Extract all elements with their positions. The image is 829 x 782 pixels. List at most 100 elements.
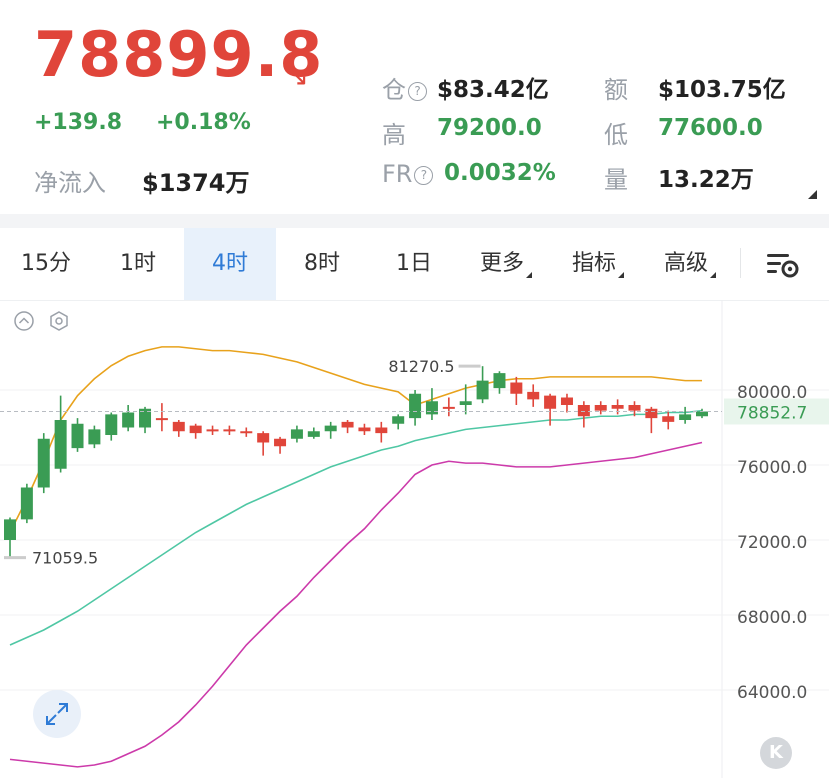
candle-body <box>274 438 287 447</box>
net-inflow-label: 净流入 <box>34 169 106 197</box>
candle-body <box>189 425 202 434</box>
turnover-value: $103.75亿 <box>658 77 786 103</box>
ma-line <box>9 346 702 533</box>
volume-value: 13.22万 <box>658 167 754 193</box>
dropdown-triangle-icon <box>710 272 716 278</box>
y-tick-label: 68000.0 <box>737 608 807 628</box>
tab-label: 1日 <box>396 251 432 276</box>
candle-body <box>71 423 84 449</box>
tab-label: 高级 <box>663 251 708 276</box>
candle-body <box>577 405 590 417</box>
candle-body <box>223 429 236 432</box>
candle-body <box>206 429 219 432</box>
indicator-settings-icon[interactable] <box>49 311 69 331</box>
kline-chart-svg: 80000.076000.072000.068000.064000.078852… <box>0 300 829 778</box>
candle-body <box>4 519 16 540</box>
candle-body <box>510 382 523 394</box>
candle-body <box>324 425 337 432</box>
collapse-up-icon[interactable] <box>14 311 34 331</box>
help-icon[interactable]: ? <box>414 165 434 185</box>
candle-body <box>20 487 33 520</box>
candle-body <box>290 429 303 439</box>
candle-body <box>257 433 270 443</box>
candle-body <box>240 431 253 434</box>
dropdown-triangle-icon <box>618 272 624 278</box>
candle-body <box>527 391 540 400</box>
help-icon[interactable]: ? <box>408 81 427 101</box>
tab-indicators[interactable]: 指标 <box>552 228 644 300</box>
candle-body <box>628 405 641 411</box>
open-interest-label-text: 仓 <box>382 76 406 104</box>
candle-body <box>172 421 185 432</box>
candle-body <box>611 405 624 409</box>
candle-body <box>662 416 675 422</box>
tab-15m[interactable]: 15分 <box>0 228 92 300</box>
chart-settings-icon[interactable] <box>765 250 801 280</box>
candle-body <box>425 401 438 415</box>
low-label: 低 <box>604 121 628 149</box>
candle-body <box>459 401 472 405</box>
price-change: +139.8 <box>34 110 123 135</box>
candle-body <box>88 429 101 445</box>
candle-body <box>409 393 422 419</box>
tab-8h[interactable]: 8时 <box>276 228 368 300</box>
candle-body <box>476 380 489 400</box>
candle-body <box>560 397 573 405</box>
price-change-percent: +0.18% <box>156 110 251 135</box>
high-value: 79200.0 <box>437 115 542 141</box>
expand-corner-icon[interactable] <box>808 190 817 199</box>
tab-label: 4时 <box>212 251 248 276</box>
high-marker-label: 81270.5 <box>388 357 454 376</box>
expand-icon <box>46 703 68 725</box>
down-arrow-icon: ↘ <box>287 62 309 92</box>
tab-1h[interactable]: 1时 <box>92 228 184 300</box>
candle-body <box>341 421 354 428</box>
tab-label: 更多 <box>479 251 524 276</box>
funding-rate-value: 0.0032% <box>444 160 556 186</box>
candle-body <box>392 416 405 424</box>
fullscreen-button[interactable] <box>33 690 81 738</box>
candle-body <box>594 405 607 411</box>
funding-rate-label[interactable]: FR? <box>382 160 434 188</box>
candle-body <box>645 408 658 419</box>
y-tick-label: 72000.0 <box>737 533 807 553</box>
candle-body <box>105 414 118 435</box>
turnover-label: 额 <box>604 76 628 104</box>
y-tick-label: 64000.0 <box>737 683 807 703</box>
candle-body <box>54 420 67 469</box>
volume-label: 量 <box>604 166 628 194</box>
open-interest-value: $83.42亿 <box>437 77 549 103</box>
high-label: 高 <box>382 121 406 149</box>
tab-1d[interactable]: 1日 <box>368 228 460 300</box>
current-price-label: 78852.7 <box>737 404 807 424</box>
tab-label: 1时 <box>120 251 156 276</box>
tab-label: 指标 <box>571 251 616 276</box>
last-price: 78899.8 <box>34 18 324 91</box>
candle-body <box>155 418 168 421</box>
ma-line <box>9 441 703 768</box>
candle-body <box>442 406 455 409</box>
dropdown-triangle-icon <box>526 272 532 278</box>
section-divider <box>0 214 829 228</box>
tab-label: 15分 <box>21 251 71 276</box>
candle-body <box>122 412 135 428</box>
funding-rate-label-text: FR <box>382 160 413 188</box>
ticker-header: 78899.8 ↘ +139.8 +0.18% 净流入 $1374万 仓? $8… <box>0 0 829 214</box>
interval-tab-bar: 15分 1时 4时 8时 1日 更多 指标 高级 <box>0 228 829 301</box>
candle-body <box>375 427 388 434</box>
net-inflow-value: $1374万 <box>142 169 250 197</box>
k-reset-button[interactable]: K <box>760 737 792 769</box>
tab-more[interactable]: 更多 <box>460 228 552 300</box>
open-interest-label[interactable]: 仓? <box>382 70 427 105</box>
candle-body <box>37 438 50 488</box>
tab-4h[interactable]: 4时 <box>184 228 276 300</box>
tab-advanced[interactable]: 高级 <box>644 228 736 300</box>
low-value: 77600.0 <box>658 115 763 141</box>
kline-chart[interactable]: 80000.0 76000.0 72000.0 68000.0 64000.0 78852… <box>0 300 829 778</box>
y-tick-label: 76000.0 <box>737 458 807 478</box>
tab-separator <box>740 248 741 278</box>
ma-line <box>9 409 703 646</box>
candle-body <box>696 411 708 417</box>
candle-body <box>679 414 692 420</box>
low-marker-label: 71059.5 <box>32 549 98 568</box>
